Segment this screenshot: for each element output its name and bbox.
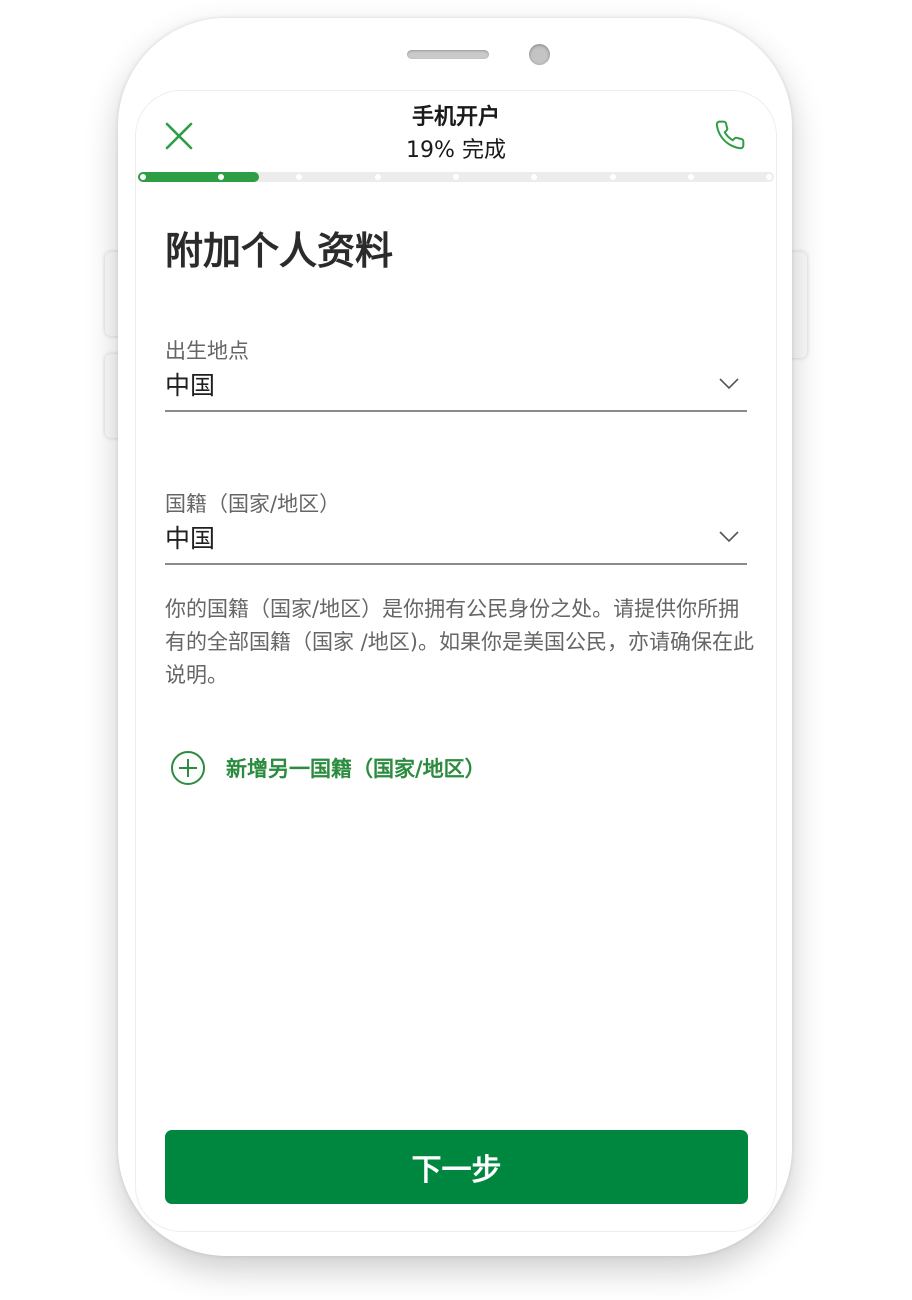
page-title: 附加个人资料: [165, 229, 394, 273]
birthplace-select[interactable]: 出生地点 中国: [165, 336, 747, 412]
nationality-select-box[interactable]: 中国: [165, 519, 747, 565]
progress-step-marker: [296, 174, 303, 180]
progress-step-marker: [531, 174, 538, 180]
add-nationality-link[interactable]: 新增另一国籍（国家/地区）: [170, 748, 486, 788]
phone-camera: [529, 44, 550, 65]
power-button: [791, 252, 807, 358]
chevron-down-icon: [719, 378, 739, 390]
progress-step-marker: [766, 174, 773, 180]
call-button[interactable]: [714, 119, 746, 151]
phone-screen: 手机开户 19% 完成 附加个人资料 出生地点 中国 国籍（国家/地区） 中国 …: [135, 90, 777, 1232]
phone-speaker: [407, 50, 489, 59]
birthplace-select-box[interactable]: 中国: [165, 366, 747, 412]
progress-percent-text: 19% 完成: [406, 138, 506, 163]
nationality-value: 中国: [165, 524, 216, 553]
plus-circle-icon: [171, 751, 205, 785]
progress-step-marker: [139, 174, 146, 180]
progress-step-marker: [374, 174, 381, 180]
nationality-help-text: 你的国籍（国家/地区）是你拥有公民身份之处。请提供你所拥有的全部国籍（国家 /地…: [165, 597, 754, 687]
next-step-button[interactable]: 下一步: [165, 1130, 748, 1204]
progress-step-marker: [687, 174, 694, 180]
birthplace-value: 中国: [165, 371, 216, 400]
phone-icon: [715, 120, 745, 150]
progress-bar-fill: [138, 172, 259, 182]
chevron-down-icon: [719, 531, 739, 543]
add-nationality-label: 新增另一国籍（国家/地区）: [226, 757, 486, 781]
nationality-label: 国籍（国家/地区）: [165, 492, 341, 516]
birthplace-label: 出生地点: [165, 339, 249, 363]
progress-step-marker: [609, 174, 616, 180]
app-title: 手机开户: [411, 105, 500, 130]
progress-step-marker: [453, 174, 459, 180]
progress-bar: [138, 172, 774, 182]
nationality-select[interactable]: 国籍（国家/地区） 中国: [165, 489, 747, 565]
